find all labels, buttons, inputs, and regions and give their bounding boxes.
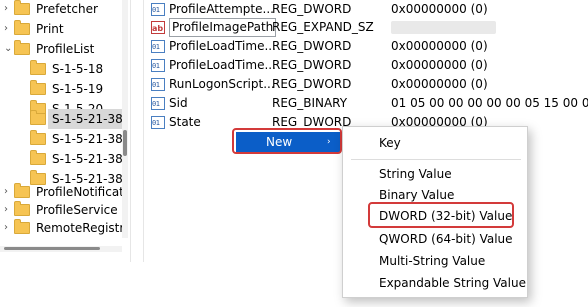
value-data: 01 05 00 00 00 00 00 05 15 00 00 00 60 <box>391 96 588 110</box>
value-name: Sid <box>169 96 188 110</box>
folder-icon <box>14 0 30 15</box>
folder-icon <box>30 80 46 95</box>
value-row-selected[interactable]: ProfileImagePath REG_EXPAND_SZ <box>146 18 588 38</box>
value-data: 0x00000000 (0) <box>391 2 488 16</box>
chevron-right-icon[interactable]: › <box>4 0 14 19</box>
binary-value-icon <box>151 38 165 57</box>
folder-icon <box>14 20 30 35</box>
menu-separator <box>351 159 521 160</box>
registry-tree-pane[interactable]: › Prefetcher › Print ⌄ ProfileList S-1-5… <box>0 0 128 262</box>
menu-item-label: Expandable String Value <box>379 276 526 290</box>
folder-icon <box>30 130 46 145</box>
callout-box-new <box>232 128 342 154</box>
chevron-right-icon[interactable]: › <box>4 200 14 220</box>
value-name: ProfileAttempte... <box>169 2 274 16</box>
tree-item-label: ProfileService <box>36 203 118 217</box>
value-row[interactable]: ProfileLoadTime... REG_DWORD 0x00000000 … <box>146 37 588 57</box>
tree-item-print[interactable]: › Print <box>0 19 128 39</box>
folder-icon <box>30 150 46 165</box>
value-type: REG_BINARY <box>272 96 348 110</box>
tree-item-label: S-1-5-21-384 <box>52 112 128 126</box>
scrollbar-thumb[interactable] <box>123 130 127 156</box>
tree-item-label: S-1-5-18 <box>52 62 104 76</box>
tree-item-prefetcher[interactable]: › Prefetcher <box>0 0 128 19</box>
tree-item-label: ProfileList <box>36 42 95 56</box>
value-type: REG_DWORD <box>272 39 352 53</box>
menu-item-label: String Value <box>379 167 452 181</box>
binary-value-icon <box>151 95 165 114</box>
tree-horizontal-scrollbar[interactable] <box>0 246 122 252</box>
menu-item-multi-string-value[interactable]: Multi-String Value <box>343 251 529 271</box>
binary-value-icon <box>151 1 165 20</box>
menu-item-key[interactable]: Key <box>343 133 529 153</box>
value-name: ProfileLoadTime... <box>169 58 276 72</box>
chevron-down-icon[interactable]: ⌄ <box>4 39 14 59</box>
value-row[interactable]: ProfileLoadTime... REG_DWORD 0x00000000 … <box>146 56 588 76</box>
value-type: REG_DWORD <box>272 77 352 91</box>
value-name: ProfileLoadTime... <box>169 39 276 53</box>
value-data: 0x00000000 (0) <box>391 77 488 91</box>
scrollbar-thumb[interactable] <box>4 247 100 250</box>
tree-item-s-1-5-21[interactable]: S-1-5-21-384 <box>0 129 128 149</box>
menu-item-label: Key <box>379 136 401 150</box>
value-type: REG_DWORD <box>272 58 352 72</box>
folder-icon <box>14 219 30 234</box>
folder-icon <box>30 60 46 75</box>
folder-open-icon <box>14 40 30 55</box>
tree-item-label: S-1-5-21-384 <box>52 152 128 166</box>
value-type: REG_EXPAND_SZ <box>272 20 374 34</box>
chevron-right-icon[interactable]: › <box>4 19 14 39</box>
chevron-right-icon[interactable]: › <box>4 182 14 202</box>
pane-splitter[interactable] <box>130 0 144 262</box>
value-row[interactable]: Sid REG_BINARY 01 05 00 00 00 00 00 05 1… <box>146 94 588 114</box>
value-type: REG_DWORD <box>272 2 352 16</box>
tree-item-label: Prefetcher <box>36 2 98 16</box>
value-data: 0x00000000 (0) <box>391 58 488 72</box>
tree-vertical-scrollbar[interactable] <box>122 0 128 238</box>
tree-item-s-1-5-18[interactable]: S-1-5-18 <box>0 59 128 79</box>
tree-item-label: S-1-5-19 <box>52 82 104 96</box>
value-name: State <box>169 115 201 129</box>
tree-item-label: ProfileNotificatio <box>36 185 128 199</box>
tree-item-s-1-5-21-selected[interactable]: S-1-5-21-384 <box>0 109 128 129</box>
value-data: 0x00000000 (0) <box>391 39 488 53</box>
value-row[interactable]: RunLogonScript... REG_DWORD 0x00000000 (… <box>146 75 588 95</box>
tree-item-label: RemoteRegistry <box>36 221 128 235</box>
folder-icon <box>30 110 46 125</box>
menu-item-label: Multi-String Value <box>379 254 486 268</box>
tree-item-s-1-5-21[interactable]: S-1-5-21-384 <box>0 149 128 169</box>
value-name: RunLogonScript... <box>169 77 275 91</box>
menu-item-qword-value[interactable]: QWORD (64-bit) Value <box>343 229 529 249</box>
tree-item-profilelist[interactable]: ⌄ ProfileList <box>0 39 128 59</box>
callout-box-dword <box>368 202 514 228</box>
folder-icon <box>14 183 30 198</box>
chevron-right-icon[interactable]: › <box>4 218 14 238</box>
tree-item-label: Print <box>36 22 64 36</box>
binary-value-icon <box>151 57 165 76</box>
tree-item-s-1-5-19[interactable]: S-1-5-19 <box>0 79 128 99</box>
menu-item-label: QWORD (64-bit) Value <box>379 232 513 246</box>
value-row[interactable]: ProfileAttempte... REG_DWORD 0x00000000 … <box>146 0 588 20</box>
tree-item-label: S-1-5-21-384 <box>52 132 128 146</box>
binary-value-icon <box>151 76 165 95</box>
value-name: ProfileImagePath <box>169 18 277 37</box>
tree-item-remoteregistry[interactable]: › RemoteRegistry <box>0 218 128 238</box>
redacted-value-data <box>391 21 496 34</box>
folder-icon <box>14 201 30 216</box>
tree-item-profilenotification[interactable]: › ProfileNotificatio <box>0 182 128 202</box>
string-value-icon <box>151 19 165 38</box>
menu-item-expandable-string-value[interactable]: Expandable String Value <box>343 273 529 293</box>
tree-item-profileservice[interactable]: › ProfileService <box>0 200 128 220</box>
menu-item-string-value[interactable]: String Value <box>343 164 529 184</box>
binary-value-icon <box>151 114 165 133</box>
